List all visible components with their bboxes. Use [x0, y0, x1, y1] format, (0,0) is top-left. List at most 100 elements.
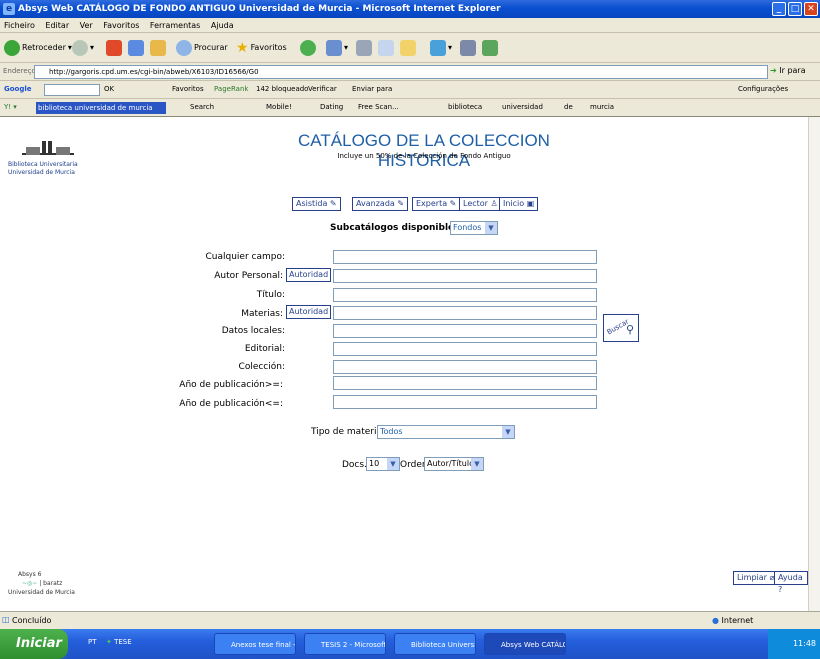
- search-submit-button[interactable]: Buscar ⚲: [603, 314, 639, 342]
- highlight-term-3[interactable]: de: [564, 103, 573, 111]
- history-button[interactable]: [300, 39, 316, 57]
- forward-button[interactable]: ▾: [72, 39, 94, 57]
- google-ok-button[interactable]: OK: [104, 85, 114, 93]
- highlight-term-2[interactable]: universidad: [502, 103, 543, 111]
- local-data-input[interactable]: [333, 324, 597, 338]
- mode-experta-button[interactable]: Experta ✎: [412, 197, 461, 211]
- refresh-button[interactable]: [128, 39, 144, 57]
- highlight-term-1[interactable]: biblioteca: [448, 103, 482, 111]
- material-type-select[interactable]: Todos ▼: [377, 425, 515, 439]
- baratz-logo: ~◎~ | baratz: [22, 580, 63, 587]
- library-logo[interactable]: Biblioteca Universitaria Universidad de …: [8, 141, 108, 177]
- language-indicator[interactable]: PT: [88, 638, 97, 646]
- mode-inicio-button[interactable]: Inicio ▣: [499, 197, 539, 211]
- mail-button[interactable]: ▾: [326, 39, 348, 57]
- docs-per-page-select[interactable]: 10 ▼: [366, 457, 400, 471]
- page-icon: ◫: [2, 615, 10, 624]
- mode-asistida-button[interactable]: Asistida ✎: [292, 197, 341, 211]
- pencil-icon: ✎: [449, 199, 457, 208]
- quicklaunch-tese[interactable]: ✦ TESE: [106, 638, 132, 646]
- collection-input[interactable]: [333, 360, 597, 374]
- print-button[interactable]: [356, 39, 372, 57]
- field-label-author: Autor Personal:: [214, 271, 283, 281]
- go-button[interactable]: ➔ Ir para: [770, 66, 806, 75]
- clear-button[interactable]: Limpiar ⌀: [733, 571, 779, 585]
- task-biblioteca[interactable]: Biblioteca Universitari...: [394, 633, 476, 655]
- toolbar-search-button[interactable]: Search: [190, 103, 214, 111]
- messenger-icon: [430, 40, 446, 56]
- messenger-button[interactable]: ▾: [430, 39, 452, 57]
- back-label: Retroceder: [22, 43, 66, 52]
- status-bar: ◫ Concluído ● Internet: [0, 611, 820, 629]
- menu-ficheiro[interactable]: Ficheiro: [0, 18, 39, 33]
- back-arrow-icon: [4, 40, 20, 56]
- pencil-icon: ✎: [329, 199, 337, 208]
- subjects-input[interactable]: [333, 306, 597, 320]
- research-button[interactable]: [460, 39, 476, 57]
- author-input[interactable]: [333, 269, 597, 283]
- title-input[interactable]: [333, 288, 597, 302]
- go-arrow-icon: ➔: [770, 66, 777, 75]
- menu-ferramentas[interactable]: Ferramentas: [146, 18, 204, 33]
- clear-label: Limpiar: [737, 573, 767, 582]
- subjects-authority-button[interactable]: Autoridad: [286, 305, 332, 319]
- close-button[interactable]: ✕: [804, 2, 818, 16]
- menu-ver[interactable]: Ver: [76, 18, 97, 33]
- google-settings-button[interactable]: Configurações: [738, 85, 788, 93]
- favorites-button[interactable]: ★ Favoritos: [236, 39, 287, 57]
- task-tesis2[interactable]: TESIS 2 - Microsoft W...: [304, 633, 386, 655]
- address-input[interactable]: http://gargoris.cpd.um.es/cgi-bin/abweb/…: [34, 65, 768, 79]
- help-button[interactable]: Ayuda ?: [774, 571, 808, 594]
- google-logo[interactable]: Google: [4, 85, 32, 93]
- menu-favoritos[interactable]: Favoritos: [99, 18, 143, 33]
- magnifier-icon: ⚲: [626, 323, 635, 336]
- menu-bar: Ficheiro Editar Ver Favoritos Ferramenta…: [0, 18, 820, 33]
- spellcheck-button[interactable]: Verificar: [308, 85, 337, 93]
- dating-button[interactable]: Dating: [320, 103, 343, 111]
- google-toolbar: Google OK Favoritos PageRank 142 bloquea…: [0, 81, 820, 99]
- minimize-button[interactable]: _: [772, 2, 786, 16]
- search-label: Procurar: [194, 43, 228, 52]
- edit-button[interactable]: [378, 39, 394, 57]
- search-button[interactable]: Procurar: [176, 39, 228, 57]
- send-to-button[interactable]: Enviar para: [352, 85, 392, 93]
- vertical-scrollbar[interactable]: [808, 117, 820, 611]
- subcatalog-select[interactable]: Fondos ▼: [450, 221, 498, 235]
- start-button[interactable]: Iniciar: [0, 629, 68, 659]
- task-absys-web[interactable]: Absys Web CATÁLO...: [484, 633, 566, 655]
- pagerank-indicator[interactable]: PageRank: [214, 85, 248, 93]
- maximize-button[interactable]: □: [788, 2, 802, 16]
- year-to-input[interactable]: [333, 395, 597, 409]
- window-title-bar[interactable]: e Absys Web CATÁLOGO DE FONDO ANTIGUO Un…: [0, 0, 820, 18]
- author-authority-button[interactable]: Autoridad: [286, 268, 332, 282]
- history-icon: [300, 40, 316, 56]
- folder-icon: [400, 40, 416, 56]
- mode-inicio-label: Inicio: [503, 199, 525, 208]
- mode-lector-button[interactable]: Lector ♙: [459, 197, 502, 211]
- menu-ajuda[interactable]: Ajuda: [207, 18, 238, 33]
- highlight-term-4[interactable]: murcia: [590, 103, 614, 111]
- address-label: Endereço: [3, 67, 36, 75]
- any-field-input[interactable]: [333, 250, 597, 264]
- google-favorites-button[interactable]: Favoritos: [172, 85, 204, 93]
- toolbar-logo-icon[interactable]: Y! ▾: [4, 103, 17, 111]
- clock[interactable]: 11:48: [793, 639, 816, 648]
- stop-button[interactable]: [106, 39, 122, 57]
- free-scan-button[interactable]: Free Scan...: [358, 103, 399, 111]
- order-select[interactable]: Autor/Título ▼: [424, 457, 484, 471]
- year-from-input[interactable]: [333, 376, 597, 390]
- menu-editar[interactable]: Editar: [41, 18, 73, 33]
- task-anexos[interactable]: Anexos tese final - Mi...: [214, 633, 296, 655]
- google-search-input[interactable]: [44, 84, 100, 96]
- folder-button[interactable]: [400, 39, 416, 57]
- publisher-input[interactable]: [333, 342, 597, 356]
- mode-avanzada-label: Avanzada: [356, 199, 395, 208]
- toolbar-search-input[interactable]: biblioteca universidad de murcia: [36, 102, 166, 114]
- home-button[interactable]: [150, 39, 166, 57]
- tools-button[interactable]: [482, 39, 498, 57]
- mode-avanzada-button[interactable]: Avanzada ✎: [352, 197, 409, 211]
- back-button[interactable]: Retroceder ▾: [4, 39, 72, 57]
- order-value: Autor/Título: [427, 459, 474, 468]
- mobile-button[interactable]: Mobile!: [266, 103, 292, 111]
- popup-blocked-counter[interactable]: 142 bloqueado: [256, 85, 308, 93]
